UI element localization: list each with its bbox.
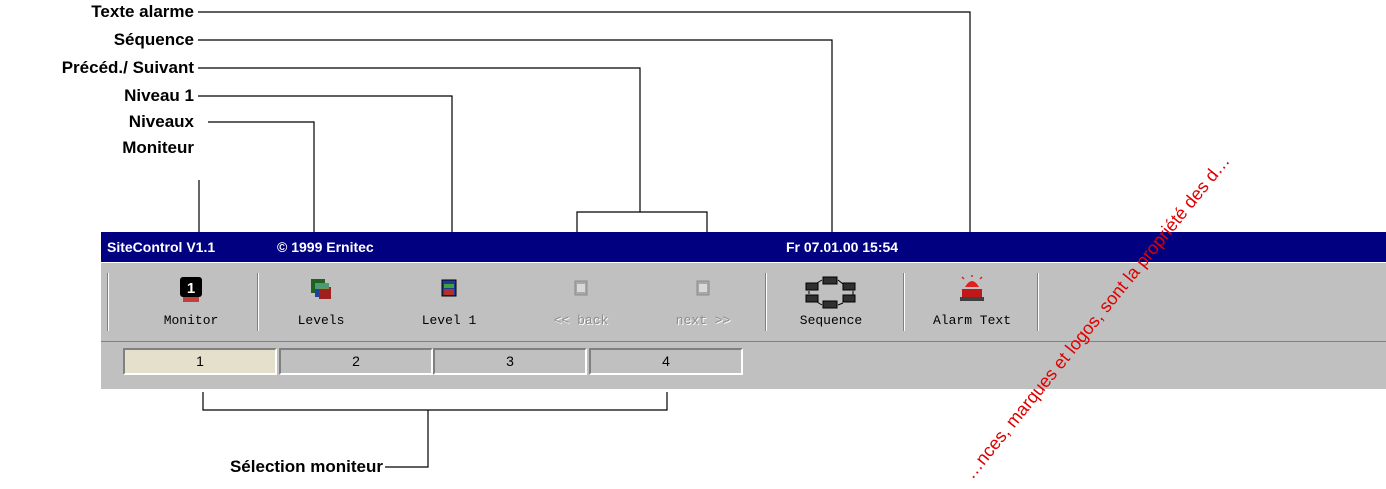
callout-prev-next: Précéd./ Suivant <box>61 58 194 77</box>
copyright-text: © 1999 Ernitec <box>277 239 374 255</box>
levels-label: Levels <box>297 313 345 328</box>
app-title: SiteControl V1.1 <box>107 239 216 255</box>
monitor-tab-1[interactable]: 1 <box>123 348 277 375</box>
next-button[interactable]: next >> <box>643 271 763 333</box>
callout-level1: Niveau 1 <box>124 86 194 105</box>
level1-label: Level 1 <box>421 313 477 328</box>
leader-sequence <box>198 39 833 232</box>
callout-sequence: Séquence <box>113 30 194 49</box>
callout-alarm-text: Texte alarme <box>91 2 194 21</box>
callout-monitor-select: Sélection moniteur <box>229 457 383 476</box>
callout-monitor: Moniteur <box>122 138 194 157</box>
levels-icon <box>311 279 331 299</box>
back-icon <box>574 280 588 296</box>
title-bar: SiteControl V1.1 © 1999 Ernitec Fr 07.01… <box>101 232 1386 262</box>
toolbar: 1 Monitor Levels Level 1 << back next >>… <box>101 262 1386 342</box>
next-icon <box>696 280 710 296</box>
level1-button[interactable]: Level 1 <box>389 271 509 333</box>
back-button[interactable]: << back <box>521 271 641 333</box>
toolbar-separator <box>765 273 767 331</box>
leader-levels <box>208 121 315 232</box>
sitecontrol-window: SiteControl V1.1 © 1999 Ernitec Fr 07.01… <box>101 232 1386 389</box>
back-label: << back <box>553 313 609 328</box>
sequence-icon <box>805 276 856 309</box>
alarm-text-button[interactable]: Alarm Text <box>907 271 1037 333</box>
alarm-icon <box>960 275 984 301</box>
toolbar-separator <box>257 273 259 331</box>
monitor-icon-number: 1 <box>187 280 195 297</box>
levels-button[interactable]: Levels <box>261 271 381 333</box>
leader-level1 <box>198 95 453 232</box>
monitor-icon: 1 <box>180 277 202 302</box>
toolbar-separator <box>1037 273 1039 331</box>
callout-levels: Niveaux <box>128 112 194 131</box>
leader-monitor-select <box>202 392 668 468</box>
monitor-label: Monitor <box>163 313 219 328</box>
next-label: next >> <box>675 313 731 328</box>
level1-icon <box>441 279 457 297</box>
monitor-tab-4[interactable]: 4 <box>589 348 743 375</box>
monitor-tab-3[interactable]: 3 <box>433 348 587 375</box>
monitor-selection-bar: 1 2 3 4 <box>101 342 1386 382</box>
monitor-button[interactable]: 1 Monitor <box>131 271 251 333</box>
sequence-label: Sequence <box>799 313 863 328</box>
sequence-button[interactable]: Sequence <box>771 271 891 333</box>
toolbar-separator <box>107 273 109 331</box>
toolbar-separator <box>903 273 905 331</box>
alarm-text-label: Alarm Text <box>932 313 1011 328</box>
monitor-tab-2[interactable]: 2 <box>279 348 433 375</box>
date-time: Fr 07.01.00 15:54 <box>786 239 899 255</box>
